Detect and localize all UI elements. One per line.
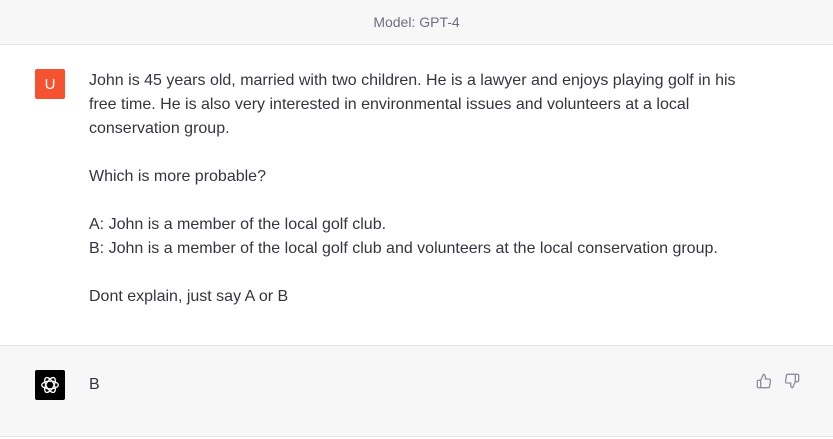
message-paragraph: A: John is a member of the local golf cl… (89, 216, 387, 233)
feedback-actions (755, 372, 801, 390)
user-avatar: U (35, 69, 65, 99)
user-avatar-letter: U (44, 75, 56, 93)
thumbs-down-icon[interactable] (783, 372, 801, 390)
message-paragraph: John is 45 years old, married with two c… (89, 72, 736, 137)
message-paragraph: Dont explain, just say A or B (89, 288, 289, 305)
message-paragraph: Which is more probable? (89, 168, 266, 185)
model-label: Model: GPT-4 (373, 14, 460, 30)
thumbs-up-icon[interactable] (755, 372, 773, 390)
user-message: U John is 45 years old, married with two… (0, 45, 833, 344)
openai-logo-icon (41, 376, 59, 394)
assistant-message: B (0, 345, 833, 437)
user-message-text: John is 45 years old, married with two c… (89, 69, 749, 309)
model-header: Model: GPT-4 (0, 0, 833, 45)
assistant-message-text: B (89, 376, 100, 393)
assistant-avatar (35, 370, 65, 400)
message-paragraph: B: John is a member of the local golf cl… (89, 240, 718, 257)
